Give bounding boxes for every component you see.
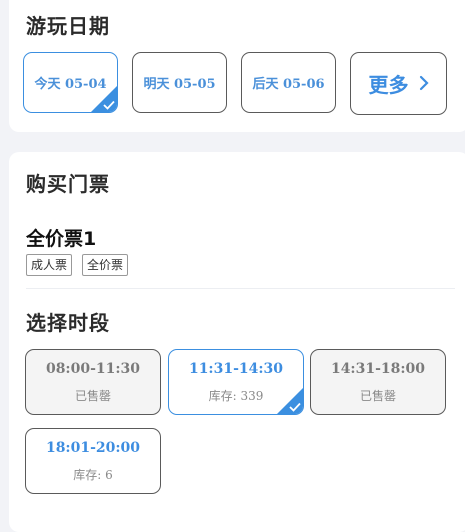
selected-check-icon — [277, 388, 303, 414]
visit-date-heading: 游玩日期 — [26, 14, 110, 38]
slot-time: 14:31-18:00 — [330, 361, 426, 377]
slot-status: 库存: 6 — [73, 468, 113, 482]
time-slot-1131-1430[interactable]: 11:31-14:30 库存: 339 — [168, 349, 304, 415]
date-option-label: 后天 05-06 — [252, 77, 325, 92]
time-slot-1801-2000[interactable]: 18:01-20:00 库存: 6 — [25, 428, 161, 494]
selected-check-icon — [91, 86, 117, 112]
slot-time: 08:00-11:30 — [45, 361, 141, 377]
more-dates-label: 更多 — [368, 73, 409, 97]
slot-time: 18:01-20:00 — [45, 440, 141, 456]
buy-tickets-heading: 购买门票 — [26, 172, 110, 196]
ticket-name: 全价票1 — [26, 228, 97, 250]
date-option-day-after[interactable]: 后天 05-06 — [241, 52, 336, 113]
slot-status: 已售罄 — [359, 389, 396, 403]
time-slot-heading: 选择时段 — [26, 311, 110, 335]
slot-time: 11:31-14:30 — [188, 361, 284, 377]
chevron-right-icon — [419, 72, 429, 96]
ticket-tag-full-price: 全价票 — [82, 254, 129, 276]
time-slot-1431-1800[interactable]: 14:31-18:00 已售罄 — [310, 349, 446, 415]
more-dates-button[interactable]: 更多 — [350, 52, 447, 115]
date-option-label: 明天 05-05 — [143, 77, 216, 92]
date-option-tomorrow[interactable]: 明天 05-05 — [132, 52, 227, 113]
slot-status: 已售罄 — [74, 389, 111, 403]
date-option-today[interactable]: 今天 05-04 — [23, 52, 118, 113]
section-divider — [26, 288, 455, 289]
time-slot-0800-1130[interactable]: 08:00-11:30 已售罄 — [25, 349, 161, 415]
ticket-tag-adult: 成人票 — [26, 254, 73, 276]
